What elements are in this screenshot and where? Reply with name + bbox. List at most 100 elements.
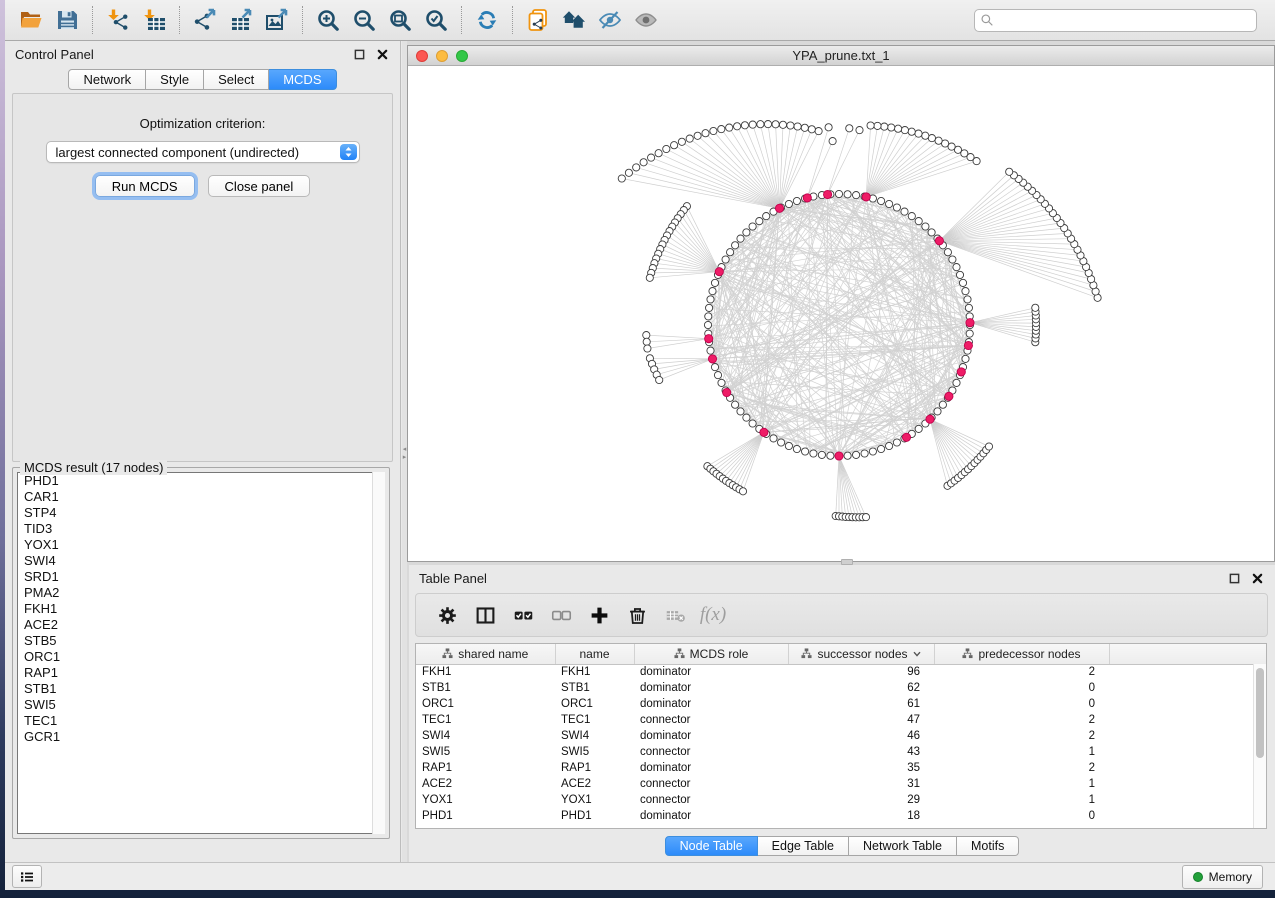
network-node[interactable]	[756, 218, 763, 225]
select-all-rows-button[interactable]	[504, 597, 542, 633]
import-table-button[interactable]	[136, 3, 172, 37]
network-node[interactable]	[808, 126, 815, 133]
table-settings-button[interactable]	[428, 597, 466, 633]
table-scrollbar-thumb[interactable]	[1256, 668, 1264, 758]
network-node[interactable]	[705, 313, 712, 320]
network-node[interactable]	[802, 448, 809, 455]
tab-select[interactable]: Select	[204, 69, 269, 90]
network-node[interactable]	[714, 372, 721, 379]
table-scrollbar[interactable]	[1253, 664, 1266, 828]
export-network-button[interactable]	[187, 3, 223, 37]
network-node[interactable]	[711, 279, 718, 286]
criterion-dropdown[interactable]: largest connected component (undirected)	[46, 141, 360, 163]
network-node[interactable]	[732, 242, 739, 249]
network-node[interactable]	[853, 451, 860, 458]
mcds-node[interactable]	[835, 452, 843, 460]
network-node[interactable]	[908, 128, 915, 135]
network-node[interactable]	[757, 121, 764, 128]
apply-layout-button[interactable]	[469, 3, 505, 37]
mcds-result-item[interactable]: PHD1	[18, 473, 384, 489]
network-node[interactable]	[810, 450, 817, 457]
network-node[interactable]	[829, 138, 836, 145]
network-node[interactable]	[893, 439, 900, 446]
mcds-node[interactable]	[723, 388, 731, 396]
network-node[interactable]	[671, 142, 678, 149]
mcds-result-item[interactable]: STB5	[18, 633, 384, 649]
network-node[interactable]	[985, 443, 992, 450]
network-node[interactable]	[915, 218, 922, 225]
network-node[interactable]	[1032, 304, 1039, 311]
network-node[interactable]	[785, 442, 792, 449]
network-node[interactable]	[888, 124, 895, 131]
network-node[interactable]	[704, 321, 711, 328]
save-session-button[interactable]	[49, 3, 85, 37]
network-node[interactable]	[772, 121, 779, 128]
network-node[interactable]	[644, 345, 651, 352]
memory-button[interactable]: Memory	[1182, 865, 1263, 889]
network-node[interactable]	[922, 223, 929, 230]
network-node[interactable]	[655, 150, 662, 157]
tab-style[interactable]: Style	[146, 69, 204, 90]
network-node[interactable]	[853, 192, 860, 199]
network-node[interactable]	[648, 154, 655, 161]
network-node[interactable]	[964, 296, 971, 303]
network-node[interactable]	[709, 288, 716, 295]
mcds-result-item[interactable]: RAP1	[18, 665, 384, 681]
network-node[interactable]	[949, 256, 956, 263]
column-header-successor-nodes[interactable]: successor nodes	[788, 644, 934, 664]
network-node[interactable]	[763, 213, 770, 220]
mcds-node[interactable]	[715, 268, 723, 276]
mcds-node[interactable]	[902, 433, 910, 441]
mcds-result-item[interactable]: TEC1	[18, 713, 384, 729]
network-node[interactable]	[722, 256, 729, 263]
zoom-in-button[interactable]	[310, 3, 346, 37]
network-node[interactable]	[962, 355, 969, 362]
network-node[interactable]	[825, 124, 832, 131]
network-node[interactable]	[770, 435, 777, 442]
tab-mcds[interactable]: MCDS	[269, 69, 336, 90]
network-node[interactable]	[965, 304, 972, 311]
column-header-MCDS-role[interactable]: MCDS role	[634, 644, 788, 664]
network-node[interactable]	[764, 121, 771, 128]
hide-selected-button[interactable]	[592, 3, 628, 37]
network-node[interactable]	[707, 347, 714, 354]
network-node[interactable]	[718, 126, 725, 133]
table-row[interactable]: FKH1FKH1dominator962	[416, 664, 1266, 680]
table-row[interactable]: RAP1RAP1dominator352	[416, 760, 1266, 776]
table-row[interactable]: STB1STB1dominator620	[416, 680, 1266, 696]
mcds-node[interactable]	[708, 355, 716, 363]
network-canvas[interactable]	[408, 66, 1274, 561]
network-node[interactable]	[686, 135, 693, 142]
network-node[interactable]	[881, 123, 888, 130]
mcds-node[interactable]	[775, 204, 783, 212]
network-node[interactable]	[640, 159, 647, 166]
network-node[interactable]	[962, 288, 969, 295]
network-node[interactable]	[749, 420, 756, 427]
mcds-result-item[interactable]: FKH1	[18, 601, 384, 617]
network-node[interactable]	[793, 197, 800, 204]
import-network-button[interactable]	[100, 3, 136, 37]
mcds-list-scrollbar[interactable]	[372, 472, 385, 834]
network-node[interactable]	[694, 132, 701, 139]
network-node[interactable]	[959, 279, 966, 286]
mcds-result-item[interactable]: SRD1	[18, 569, 384, 585]
network-node[interactable]	[886, 200, 893, 207]
network-node[interactable]	[779, 121, 786, 128]
network-window-titlebar[interactable]: YPA_prune.txt_1	[408, 46, 1274, 66]
zoom-fit-button[interactable]	[382, 3, 418, 37]
network-node[interactable]	[737, 235, 744, 242]
network-node[interactable]	[734, 123, 741, 130]
network-node[interactable]	[862, 514, 869, 521]
network-node[interactable]	[739, 488, 746, 495]
network-node[interactable]	[663, 145, 670, 152]
network-node[interactable]	[678, 138, 685, 145]
network-node[interactable]	[846, 125, 853, 132]
table-row[interactable]: YOX1YOX1connector291	[416, 792, 1266, 808]
network-node[interactable]	[646, 274, 653, 281]
show-columns-button[interactable]	[466, 597, 504, 633]
network-node[interactable]	[878, 445, 885, 452]
network-node[interactable]	[718, 379, 725, 386]
mcds-result-item[interactable]: STP4	[18, 505, 384, 521]
network-node[interactable]	[656, 376, 663, 383]
mcds-node[interactable]	[824, 190, 832, 198]
